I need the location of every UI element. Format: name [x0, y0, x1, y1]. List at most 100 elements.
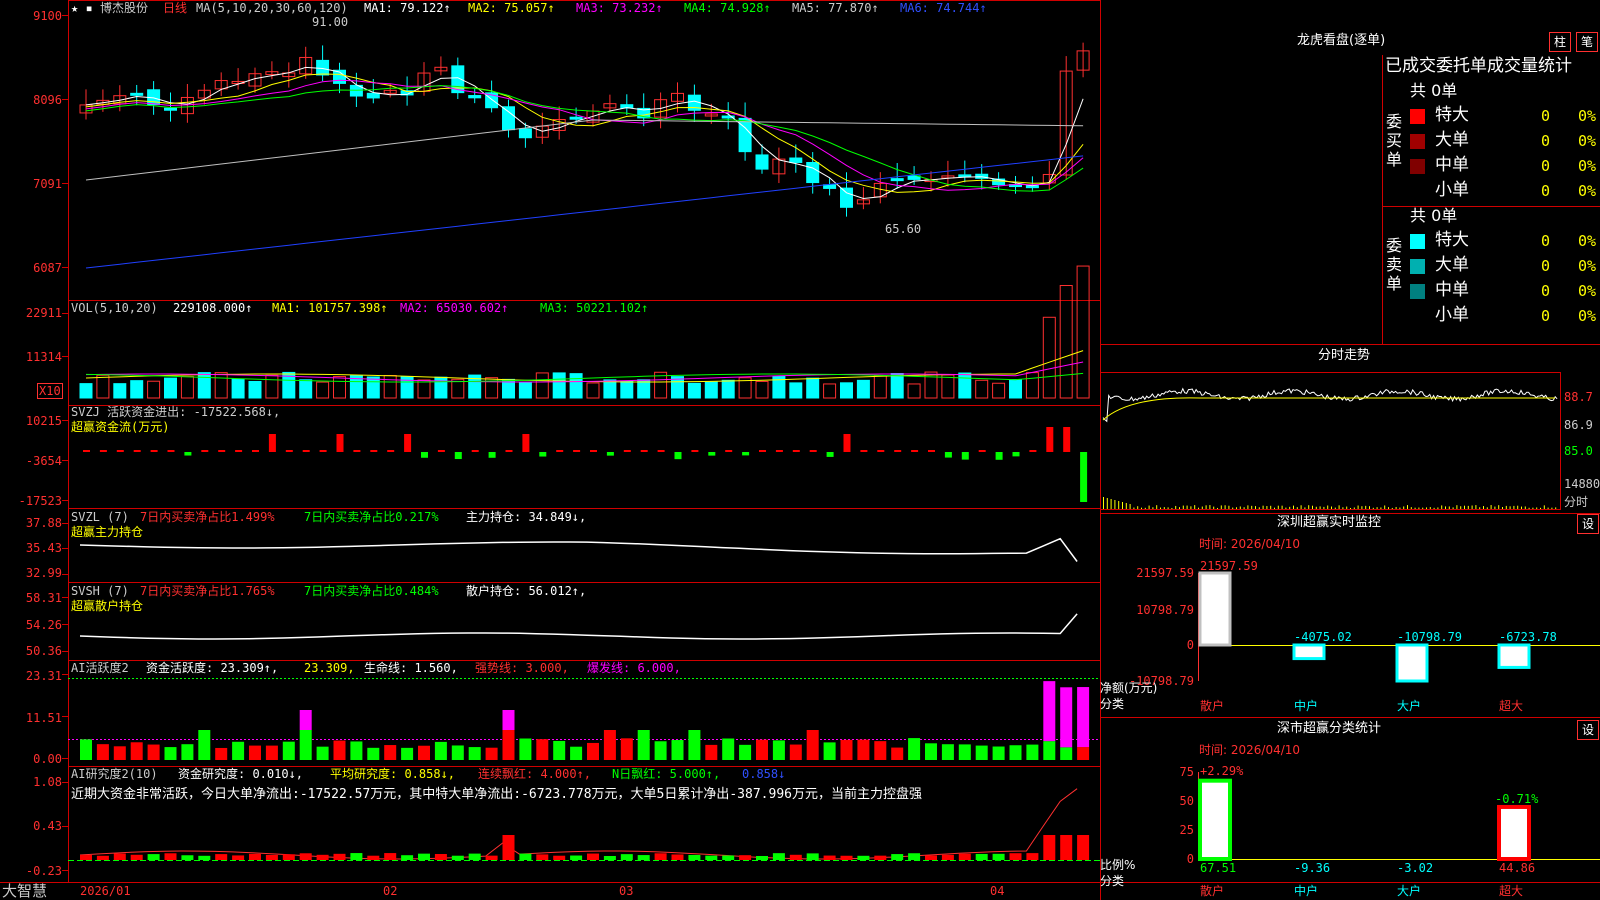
bar-label: 67.51	[1200, 861, 1237, 875]
intraday-volume-bar	[1551, 507, 1553, 509]
intraday-volume-bar	[1372, 507, 1374, 509]
chart-canvas[interactable]	[0, 0, 1600, 900]
sell-color-swatch	[1410, 259, 1425, 274]
volume-bar	[840, 382, 853, 399]
category-label: 散户	[1200, 884, 1225, 898]
buy-row-percent: 0%	[1578, 182, 1597, 200]
research-bar	[908, 853, 921, 860]
activity-bar	[603, 730, 616, 760]
dragon-title: 龙虎看盘(逐单)	[1297, 33, 1386, 48]
intraday-volume-bar	[1540, 507, 1541, 509]
ma6-value: MA6: 74.744↑	[900, 1, 987, 15]
star-icon[interactable]: ★ ▪	[71, 1, 93, 15]
flow-bar	[759, 450, 766, 452]
y-tick: 1.08	[33, 775, 62, 789]
intraday-volume-bar	[1429, 507, 1431, 509]
activity-bar	[96, 744, 109, 760]
volume-bar	[434, 376, 448, 399]
research-bar	[705, 855, 718, 860]
flow-bar	[1029, 450, 1037, 452]
svzl-b: 7日内买卖净占比0.217%	[304, 510, 439, 524]
intraday-volume-bar	[1239, 506, 1241, 509]
research-bar	[367, 855, 380, 860]
period-label[interactable]: 日线	[163, 1, 187, 15]
svzl-a: 7日内买卖净占比1.499%	[140, 510, 275, 524]
research-bar	[840, 855, 853, 860]
research-bar	[603, 855, 616, 860]
intraday-volume-bar	[1517, 505, 1519, 509]
candle	[164, 107, 177, 111]
intraday-volume-bar	[1137, 506, 1139, 509]
volume-bar	[823, 383, 837, 399]
research-bar	[265, 854, 278, 860]
activity-bar	[282, 741, 295, 760]
high-mark: 91.00	[312, 15, 349, 29]
research-bar	[739, 855, 752, 860]
activity-bar	[519, 738, 532, 760]
research-bar	[941, 854, 954, 860]
ai2-e: 0.858↓	[742, 767, 786, 781]
buy-row-count: 0	[1541, 107, 1551, 125]
intraday-volume-bar	[1441, 505, 1443, 509]
flow-bar	[252, 450, 259, 452]
y-tick: 10798.79	[1136, 603, 1194, 617]
tick-mode-button[interactable]: 笔	[1576, 32, 1598, 52]
research-bar	[1077, 835, 1090, 860]
intraday-volume-bar	[1319, 506, 1321, 509]
intraday-volume-bar	[1464, 505, 1465, 509]
intraday-volume-bar	[1224, 505, 1226, 509]
intraday-volume-bar	[1277, 505, 1279, 509]
intraday-volume-bar	[1194, 505, 1196, 509]
activity-bar	[215, 747, 228, 760]
activity-bar	[434, 741, 447, 760]
panel-frame	[68, 300, 1101, 406]
ma-line	[85, 155, 1084, 269]
candle	[569, 116, 583, 120]
intraday-volume-bar	[1228, 505, 1230, 509]
svzl-label: SVZL (7)	[71, 510, 129, 524]
y-tick: 50.36	[25, 644, 62, 658]
flow-bar	[691, 450, 699, 452]
sell-color-swatch	[1410, 309, 1425, 324]
flow-bar	[725, 450, 733, 452]
bar-mode-button[interactable]: 柱	[1549, 32, 1571, 52]
bar-label: -3.02	[1397, 861, 1434, 875]
research-bar	[874, 855, 887, 860]
volume-bar	[975, 379, 989, 399]
classify-settings-button[interactable]: 设	[1577, 720, 1599, 740]
activity-bar	[587, 742, 599, 760]
volume-bar	[755, 380, 769, 399]
intraday-volume-bar	[1334, 507, 1336, 509]
ma2-value: MA2: 75.057↑	[468, 1, 555, 15]
research-bar	[671, 854, 684, 860]
research-bar	[198, 855, 211, 860]
research-bar	[113, 853, 126, 860]
net-bar	[1292, 643, 1326, 661]
net-bar	[1497, 643, 1531, 669]
intraday-volume-bar	[1524, 506, 1526, 509]
activity-bar	[164, 747, 177, 760]
vol-label: VOL(5,10,20)	[71, 301, 158, 315]
volume-bar	[130, 380, 144, 399]
net-bar	[1395, 643, 1429, 683]
y-tick: 25	[1179, 823, 1194, 837]
flow-bar	[928, 450, 935, 452]
activity-bar	[688, 730, 701, 760]
bar-label: -6723.78	[1499, 630, 1557, 644]
intraday-volume-bar	[1315, 506, 1317, 509]
intraday-volume-bar	[1361, 506, 1363, 509]
ma5-value: MA5: 77.870↑	[792, 1, 879, 15]
intraday-volume-bar	[1460, 506, 1462, 509]
research-bar	[485, 855, 498, 860]
intraday-volume-bar	[1163, 507, 1165, 509]
activity-bar	[620, 738, 633, 760]
intraday-volume-bar	[1536, 507, 1538, 509]
intraday-volume-bar	[1217, 507, 1218, 509]
intraday-volume-bar	[1467, 505, 1469, 509]
intraday-volume-bar	[1426, 507, 1427, 509]
intraday-volume-bar	[1110, 499, 1112, 509]
flow-bar	[505, 450, 513, 452]
brand-label[interactable]: 大智慧	[2, 883, 47, 900]
monitor-settings-button[interactable]: 设	[1577, 514, 1599, 534]
activity-bar	[130, 742, 143, 760]
